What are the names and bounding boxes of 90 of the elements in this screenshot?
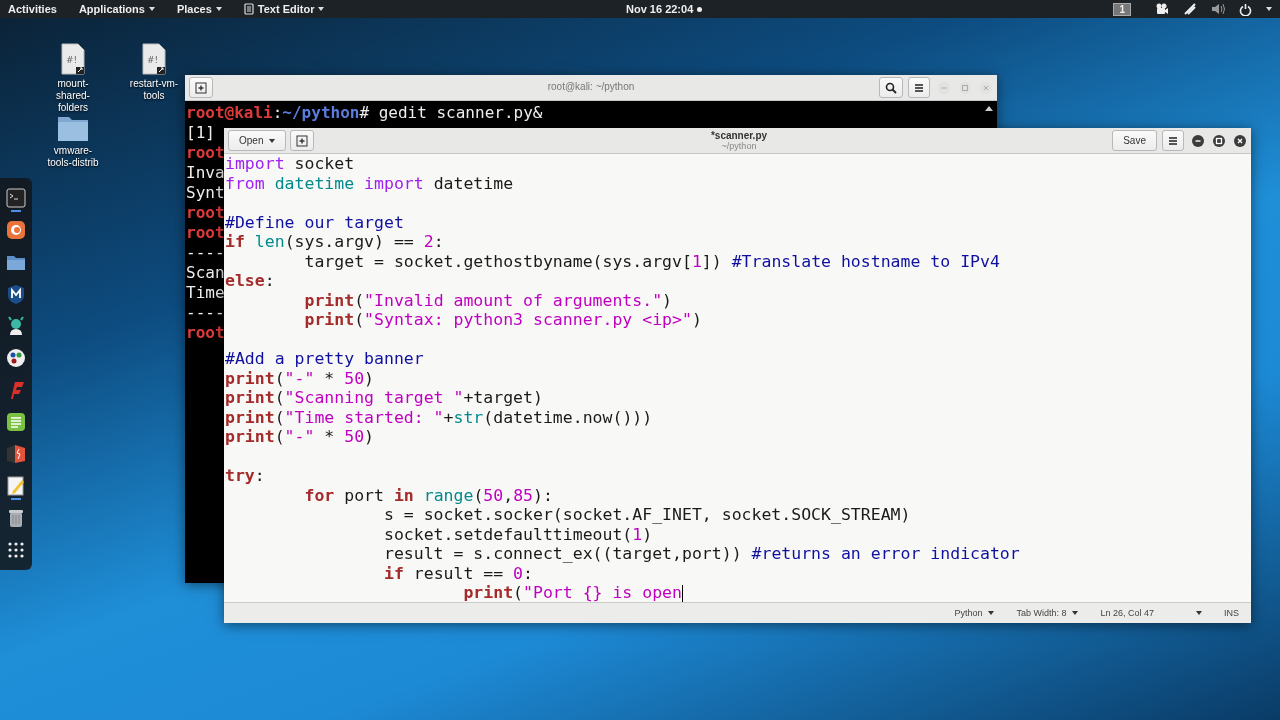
caret-icon bbox=[215, 7, 222, 11]
terminal-line: root bbox=[186, 203, 225, 223]
code-line: print("Time started: "+str(datetime.now())) bbox=[225, 407, 653, 427]
desktop-icon-label[interactable]: vmware-tools-distrib bbox=[42, 145, 104, 169]
activities-button[interactable]: Activities bbox=[8, 3, 57, 15]
caret-icon bbox=[1072, 611, 1079, 615]
terminal-icon[interactable] bbox=[5, 187, 27, 209]
workspace-indicator[interactable]: 1 bbox=[1113, 2, 1131, 16]
code-line: target = socket.gethostbyname(sys.argv[1]) #Translate hostname to IPv4 bbox=[303, 251, 1000, 271]
caret-icon bbox=[1196, 611, 1202, 615]
minimize-icon[interactable] bbox=[1191, 133, 1205, 148]
open-button[interactable]: Open bbox=[228, 130, 287, 151]
code-line: result = s.connect_ex((target,port)) #returns an error indicator bbox=[382, 544, 1020, 564]
code-line: s = socket.socker(socket.AF_INET, socket.SOCK_STREAM) bbox=[382, 505, 911, 525]
script-file-icon[interactable]: #! bbox=[141, 43, 167, 75]
menu-icon bbox=[914, 82, 924, 93]
app-menu[interactable]: Text Editor bbox=[243, 3, 325, 15]
terminal-line: root bbox=[186, 323, 225, 343]
code-line: if len(sys.argv) == 2: bbox=[225, 232, 444, 252]
power-icon[interactable] bbox=[1239, 2, 1252, 16]
code-line: #Define our target bbox=[225, 212, 404, 232]
window-subtitle: ~/python bbox=[721, 141, 757, 151]
terminal-line: Synt bbox=[186, 183, 225, 203]
terminal-line: Time bbox=[186, 283, 225, 303]
caret-icon bbox=[148, 7, 155, 11]
cursor-position: Ln 26, Col 47 bbox=[1100, 608, 1154, 618]
code-line: print("-" * 50) bbox=[225, 427, 375, 447]
code-line: else: bbox=[225, 271, 275, 291]
menu-button[interactable]: Places bbox=[176, 3, 222, 15]
browser-icon[interactable] bbox=[5, 219, 27, 241]
new-tab-icon bbox=[195, 81, 207, 94]
terminal-line: [1] bbox=[186, 123, 215, 143]
save-button[interactable]: Save bbox=[1112, 130, 1157, 151]
terminal-line: root@kali:~/python# gedit scanner.py& bbox=[186, 103, 543, 123]
box-icon[interactable] bbox=[5, 443, 27, 465]
search-icon bbox=[885, 81, 897, 94]
clock[interactable]: Nov 16 22:04 bbox=[626, 3, 694, 15]
insert-mode: INS bbox=[1224, 608, 1239, 618]
code-line: #Add a pretty banner bbox=[225, 349, 424, 369]
terminal-line: root bbox=[186, 143, 225, 163]
window-title: *scanner.py bbox=[710, 130, 768, 141]
document-icon bbox=[243, 3, 254, 15]
code-line: from datetime import datetime bbox=[225, 173, 514, 193]
options-dropdown[interactable] bbox=[1196, 611, 1202, 615]
volume-icon[interactable] bbox=[1211, 3, 1225, 15]
circles-icon[interactable] bbox=[5, 347, 27, 369]
menu-icon bbox=[1168, 135, 1178, 146]
code-line: print("Scanning target "+target) bbox=[225, 388, 543, 408]
code-line: socket.setdefaulttimeout(1) bbox=[382, 524, 653, 544]
language-dropdown[interactable]: Python bbox=[954, 608, 995, 618]
shield-icon[interactable] bbox=[5, 283, 27, 305]
code-line: print("Syntax: python3 scanner.py <ip>") bbox=[303, 310, 702, 330]
network-icon[interactable] bbox=[1183, 2, 1197, 16]
new-document-icon bbox=[296, 134, 309, 147]
notification-dot-icon bbox=[697, 6, 703, 12]
caret-icon bbox=[318, 7, 325, 11]
desktop-icon-label[interactable]: mount-shared-folders bbox=[42, 78, 104, 114]
code-line: print("-" * 50) bbox=[225, 368, 375, 388]
menu-button[interactable]: Applications bbox=[78, 3, 155, 15]
notepad-icon[interactable] bbox=[5, 475, 27, 497]
new-document-button[interactable] bbox=[290, 130, 315, 151]
text-cursor bbox=[682, 585, 683, 602]
terminal-line: Scan bbox=[186, 263, 225, 283]
script-file-icon[interactable]: #! bbox=[60, 43, 86, 75]
caret-icon bbox=[988, 611, 995, 615]
code-line: print("Invalid amount of arguments.") bbox=[303, 290, 673, 310]
maximize-icon[interactable] bbox=[1212, 133, 1226, 148]
caret-icon bbox=[1266, 7, 1272, 11]
caret-icon bbox=[269, 138, 276, 143]
menu-button[interactable] bbox=[908, 77, 930, 98]
code-line: if result == 0: bbox=[382, 563, 533, 583]
folder-icon[interactable] bbox=[57, 114, 89, 142]
new-tab-button[interactable] bbox=[189, 77, 213, 98]
notes-icon[interactable] bbox=[5, 411, 27, 433]
code-line: import socket bbox=[225, 154, 355, 174]
terminal-line: Inva bbox=[186, 163, 225, 183]
scroll-up-icon[interactable] bbox=[985, 105, 993, 111]
terminal-line: ---- bbox=[186, 303, 225, 323]
menu-button[interactable] bbox=[1162, 130, 1184, 151]
camera-icon[interactable] bbox=[1155, 3, 1169, 15]
desktop-icon-label[interactable]: restart-vm-tools bbox=[123, 78, 185, 102]
code-line: print("Port {} is open bbox=[462, 583, 683, 602]
tab-width-dropdown[interactable]: Tab Width: 8 bbox=[1016, 608, 1079, 618]
character-icon[interactable] bbox=[5, 315, 27, 337]
code-line: try: bbox=[225, 466, 265, 486]
close-icon[interactable] bbox=[1233, 133, 1247, 148]
terminal-line: ---- bbox=[186, 243, 225, 263]
window-title: root@kali: ~/python bbox=[546, 81, 636, 92]
code-line: for port in range(50,85): bbox=[303, 485, 553, 505]
search-button[interactable] bbox=[879, 77, 903, 98]
